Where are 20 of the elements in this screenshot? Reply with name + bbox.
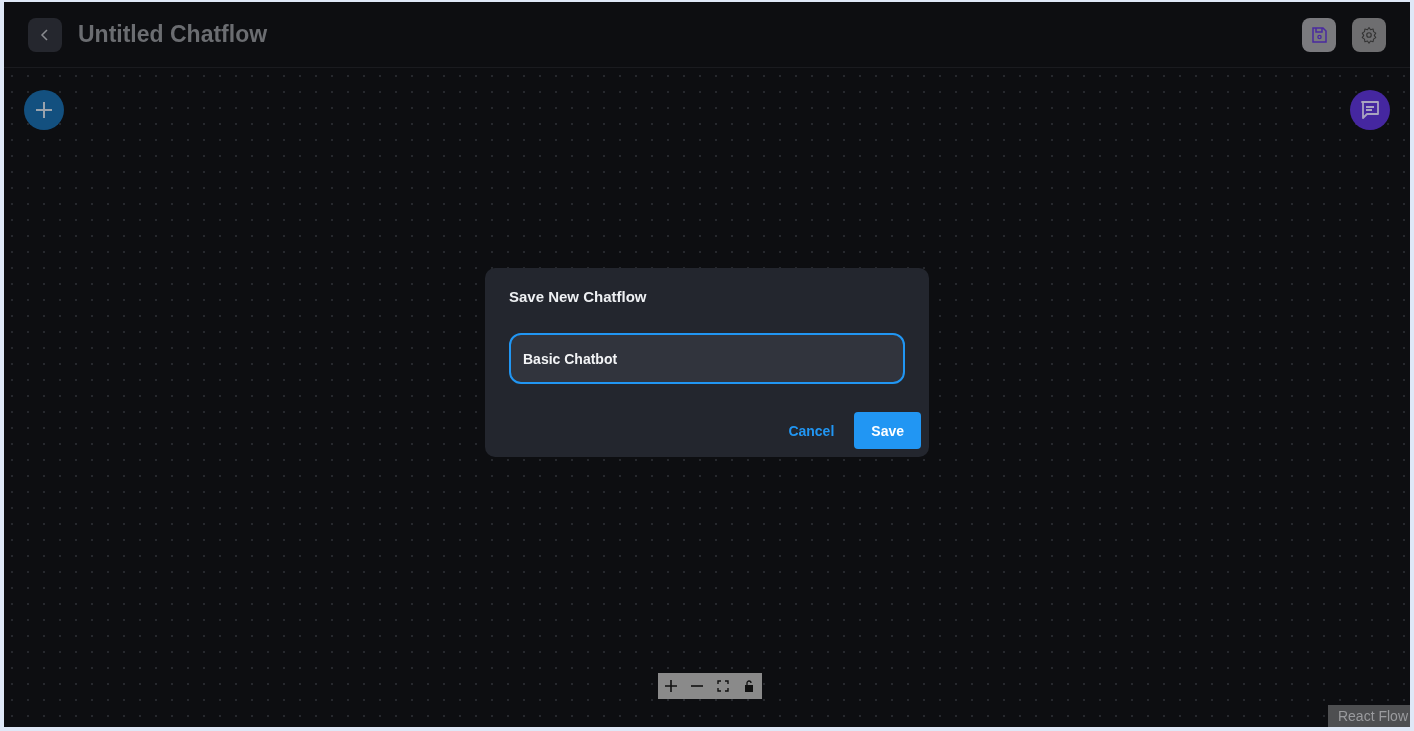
padlock-icon (744, 680, 754, 692)
plus-icon (664, 679, 678, 693)
name-input-field[interactable]: Basic Chatbot (509, 333, 905, 384)
window-title: Untitled Chatflow (78, 21, 269, 48)
minus-icon (690, 684, 704, 688)
back-button[interactable] (28, 17, 62, 52)
save-button[interactable] (1302, 17, 1336, 52)
settings-button[interactable] (1352, 17, 1386, 52)
chat-icon (1359, 99, 1381, 121)
dialog-title: Save New Chatflow (509, 288, 648, 305)
cancel-button[interactable]: Cancel (780, 412, 843, 449)
chat-button[interactable] (1350, 90, 1390, 130)
attribution-link[interactable]: React Flow (1327, 705, 1410, 727)
plus-icon (34, 100, 54, 120)
save-button[interactable]: Save (854, 412, 921, 449)
floppy-disk-icon (1310, 25, 1328, 44)
settings-icon (1360, 25, 1378, 44)
add-node-button[interactable] (24, 90, 64, 130)
fit-view-icon (717, 680, 729, 692)
chevron-left-icon (39, 27, 51, 42)
